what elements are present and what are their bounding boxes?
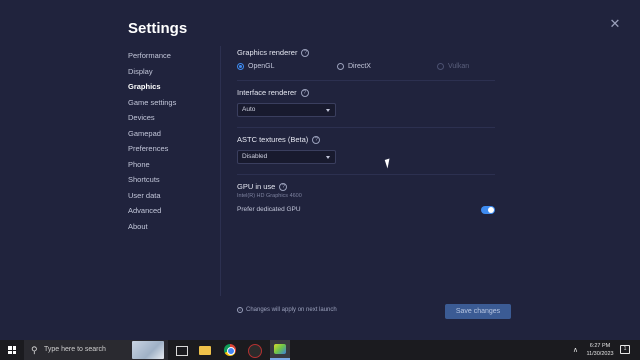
astc-textures-title: ASTC textures (Beta) [237, 135, 309, 144]
help-icon[interactable]: ? [279, 182, 288, 191]
search-highlight-image [132, 341, 164, 359]
close-icon[interactable]: ✕ [609, 17, 621, 30]
chrome-icon[interactable] [222, 342, 238, 358]
nav-item-about[interactable]: About [128, 221, 218, 237]
toggle-knob [488, 207, 494, 213]
taskbar-clock[interactable]: 6:27 PM 11/30/2023 [583, 342, 617, 358]
bluestacks-icon[interactable] [270, 340, 290, 360]
nav-item-shortcuts[interactable]: Shortcuts [128, 174, 218, 190]
radio-vulkan: Vulkan [437, 63, 469, 70]
settings-nav: Performance Display Graphics Game settin… [128, 50, 218, 236]
radio-label: OpenGL [248, 63, 275, 70]
interface-renderer-value: Auto [242, 106, 256, 113]
graphics-renderer-options: OpenGL DirectX Vulkan [237, 63, 497, 73]
taskbar-search-box[interactable]: ⚲ Type here to search [24, 340, 168, 360]
nav-item-advanced[interactable]: Advanced [128, 205, 218, 221]
footer-note: i Changes will apply on next launch [237, 307, 337, 313]
nav-item-graphics[interactable]: Graphics [128, 81, 218, 97]
help-icon[interactable]: ? [300, 88, 309, 97]
radio-label: Vulkan [448, 63, 470, 70]
prefer-dedicated-gpu-label: Prefer dedicated GPU [237, 206, 301, 213]
task-view-icon[interactable] [173, 342, 189, 358]
file-explorer-icon[interactable] [197, 342, 213, 358]
graphics-renderer-heading: Graphics renderer ? [237, 48, 310, 57]
section-divider [237, 127, 495, 128]
taskbar: ⚲ Type here to search ∧ 6:27 PM 11/30/20… [0, 340, 640, 360]
notification-icon[interactable]: 1 [620, 345, 630, 354]
astc-textures-select[interactable]: Disabled [237, 150, 336, 164]
windows-start-button[interactable] [0, 340, 24, 360]
nav-divider [220, 46, 221, 296]
nav-item-devices[interactable]: Devices [128, 112, 218, 128]
nav-item-display[interactable]: Display [128, 66, 218, 82]
footer-note-text: Changes will apply on next launch [246, 307, 337, 313]
interface-renderer-select[interactable]: Auto [237, 103, 336, 117]
search-icon: ⚲ [31, 345, 38, 355]
radio-indicator [237, 63, 244, 70]
radio-indicator [337, 63, 344, 70]
interface-renderer-heading: Interface renderer ? [237, 88, 309, 97]
app-icon[interactable] [246, 342, 262, 358]
system-tray: ∧ [573, 340, 578, 360]
nav-item-gamepad[interactable]: Gamepad [128, 128, 218, 144]
search-placeholder: Type here to search [44, 346, 106, 353]
gpu-heading: GPU in use ? [237, 182, 288, 191]
gpu-title: GPU in use [237, 182, 276, 191]
astc-textures-value: Disabled [242, 153, 268, 160]
help-icon[interactable]: ? [301, 48, 310, 57]
gpu-name: Intel(R) HD Graphics 4600 [237, 193, 302, 199]
graphics-renderer-title: Graphics renderer [237, 48, 298, 57]
section-divider [237, 174, 495, 175]
help-icon[interactable]: ? [312, 135, 321, 144]
chevron-down-icon [326, 109, 330, 112]
info-icon: i [237, 307, 243, 313]
tray-overflow-icon[interactable]: ∧ [573, 346, 578, 354]
nav-item-performance[interactable]: Performance [128, 50, 218, 66]
prefer-dedicated-gpu-toggle[interactable] [481, 206, 495, 214]
nav-item-phone[interactable]: Phone [128, 159, 218, 175]
section-divider [237, 80, 495, 81]
astc-textures-heading: ASTC textures (Beta) ? [237, 135, 321, 144]
interface-renderer-title: Interface renderer [237, 88, 297, 97]
radio-indicator [437, 63, 444, 70]
nav-item-game-settings[interactable]: Game settings [128, 97, 218, 113]
clock-time: 6:27 PM [589, 343, 611, 349]
windows-start-icon [8, 346, 16, 354]
page-title: Settings [128, 20, 188, 37]
mouse-cursor-icon [384, 158, 393, 169]
nav-item-preferences[interactable]: Preferences [128, 143, 218, 159]
radio-label: DirectX [348, 63, 371, 70]
radio-directx[interactable]: DirectX [337, 63, 371, 70]
nav-item-user-data[interactable]: User data [128, 190, 218, 206]
chevron-down-icon [326, 156, 330, 159]
radio-opengl[interactable]: OpenGL [237, 63, 274, 70]
save-changes-button[interactable]: Save changes [445, 304, 511, 319]
clock-date: 11/30/2023 [586, 351, 614, 357]
